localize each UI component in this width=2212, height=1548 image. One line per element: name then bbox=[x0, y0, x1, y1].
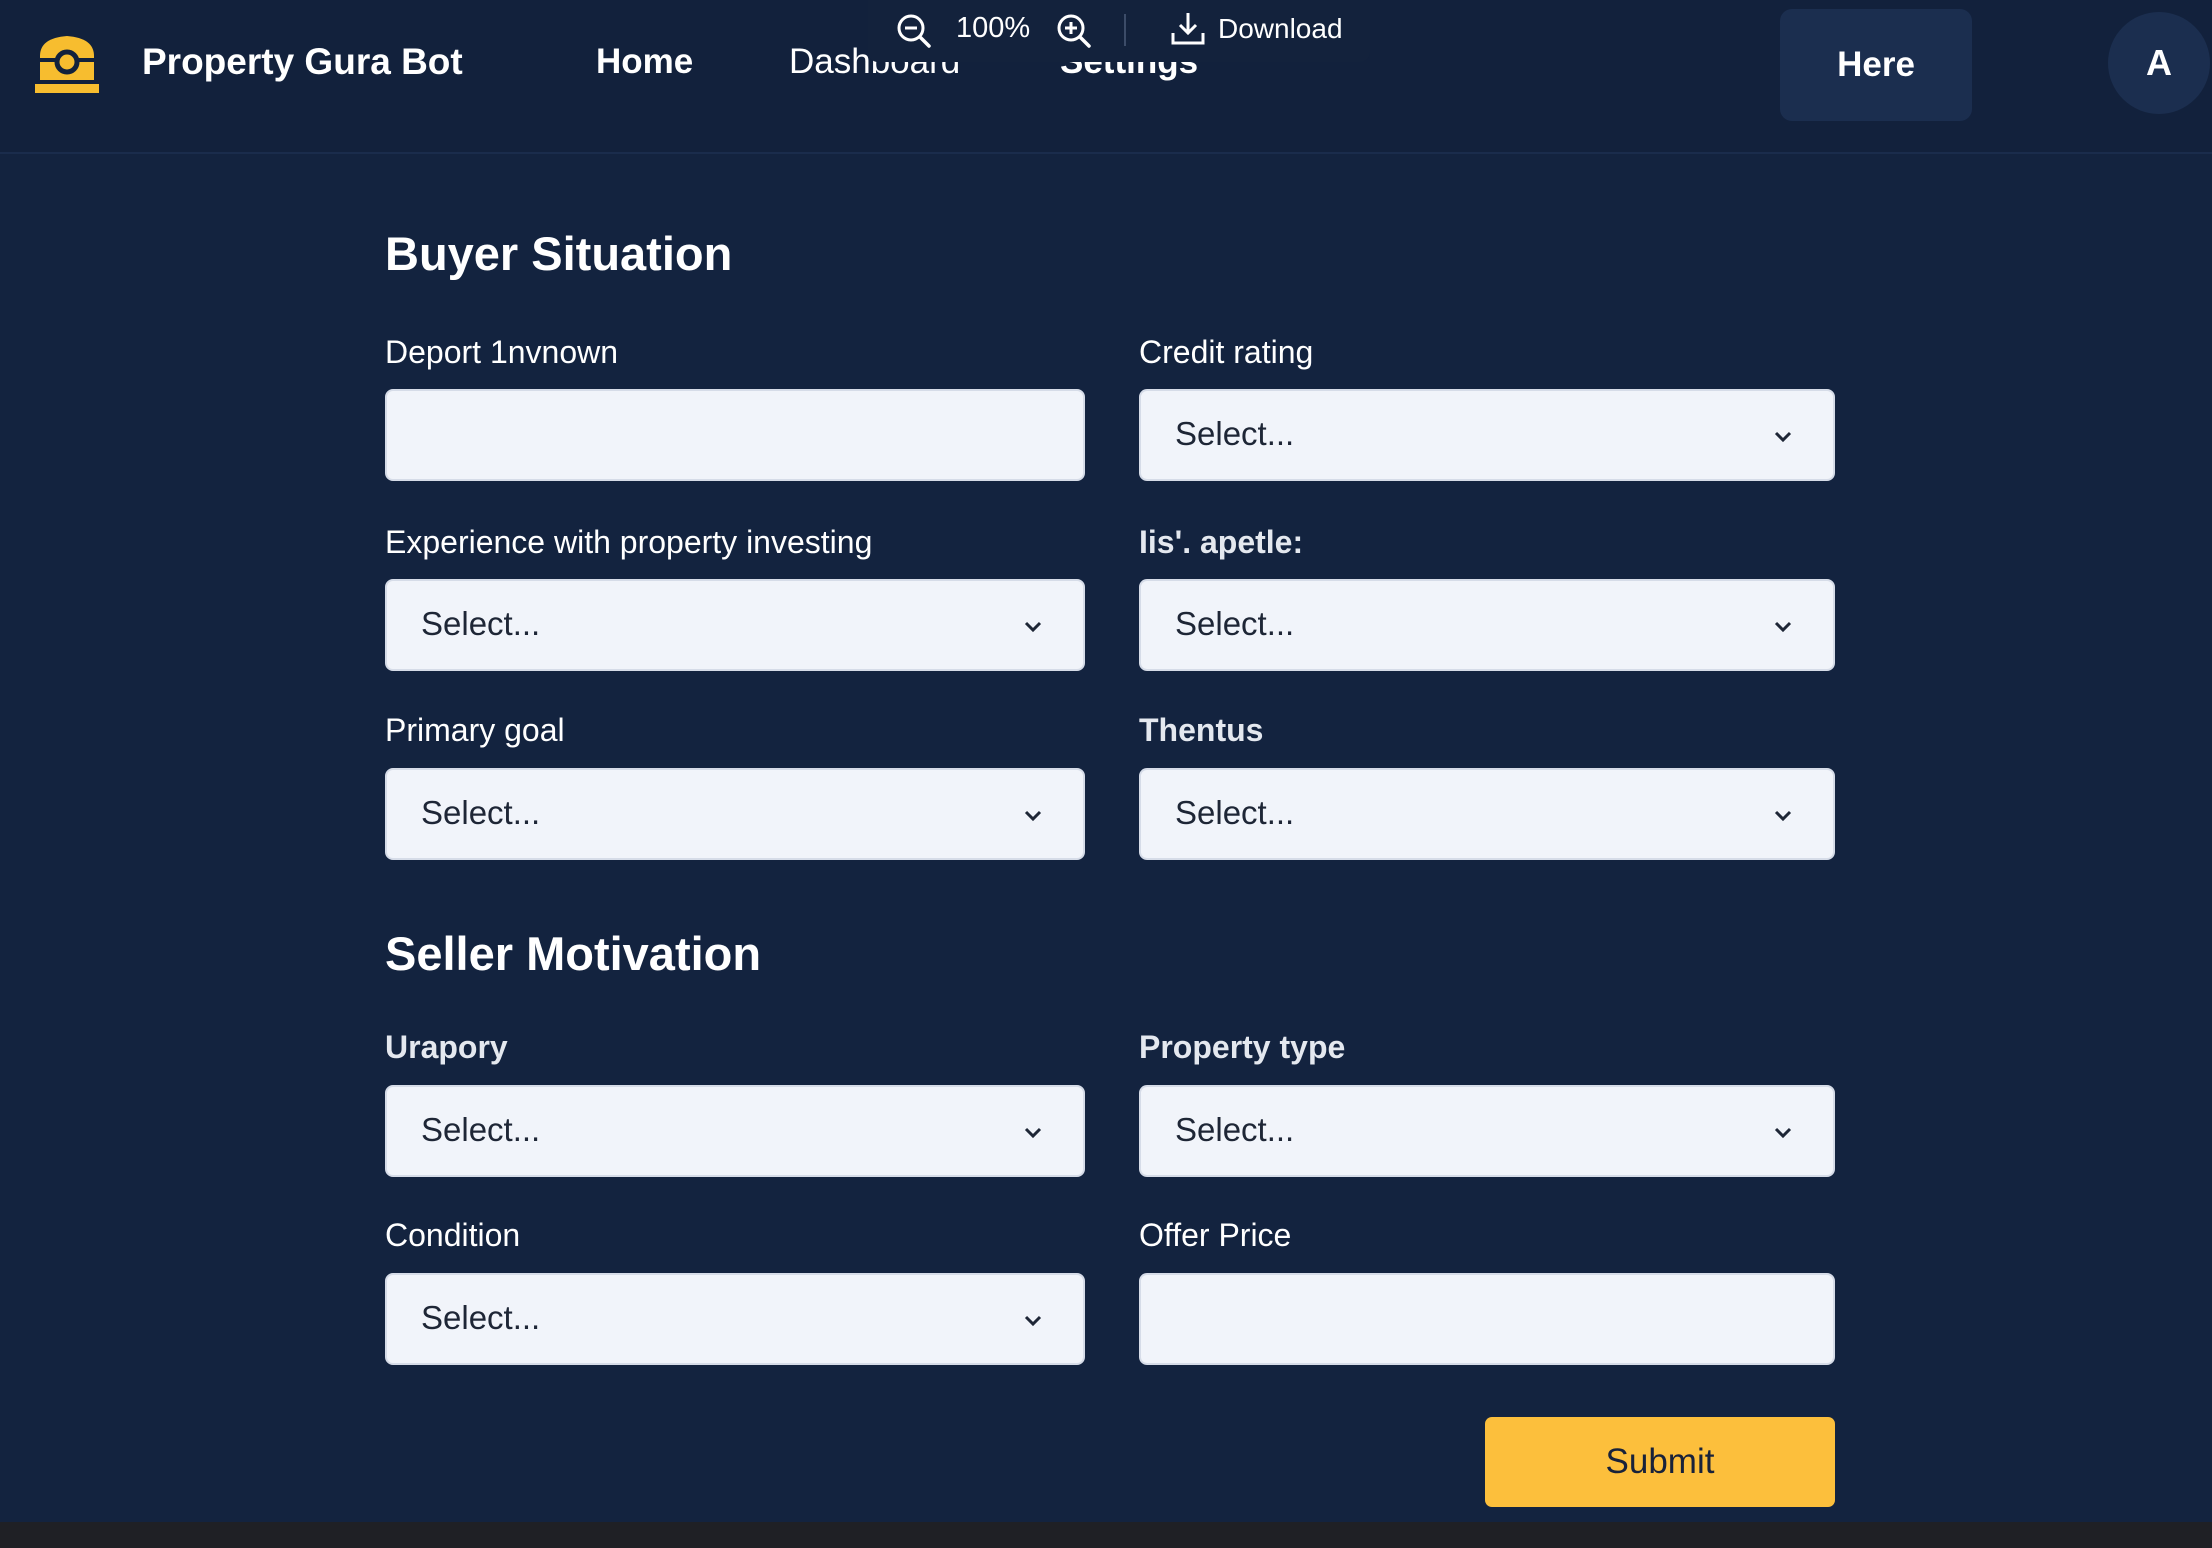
chevron-down-icon bbox=[1774, 621, 1792, 633]
credit-rating-label: Credit rating bbox=[1139, 334, 1314, 370]
offer-price-input[interactable] bbox=[1139, 1273, 1835, 1365]
page: Property Gura Bot Home Dashboard Setting… bbox=[0, 0, 2212, 1548]
property-type-select[interactable]: Select... bbox=[1139, 1085, 1835, 1177]
condition-value: Select... bbox=[421, 1299, 541, 1336]
urgency-value: Select... bbox=[421, 1111, 541, 1148]
timeframe-select[interactable]: Select... bbox=[1139, 768, 1835, 860]
avatar[interactable]: A bbox=[2108, 12, 2210, 114]
condition-label: Condition bbox=[385, 1217, 521, 1253]
chevron-down-icon bbox=[1774, 810, 1792, 822]
brand[interactable]: Property Gura Bot bbox=[34, 30, 463, 94]
submit-button[interactable]: Submit bbox=[1485, 1417, 1835, 1507]
deport-label: Deport 1nvnown bbox=[385, 334, 619, 370]
timeframe-label: Thentus bbox=[1139, 712, 1264, 748]
here-button[interactable]: Here bbox=[1780, 9, 1972, 121]
bottom-strip bbox=[0, 1522, 2212, 1548]
zoom-level: 100% bbox=[956, 12, 1031, 44]
primary-goal-label: Primary goal bbox=[385, 712, 565, 748]
experience-label: Experience with property investing bbox=[385, 524, 873, 560]
chevron-down-icon bbox=[1024, 1315, 1042, 1327]
chevron-down-icon bbox=[1024, 810, 1042, 822]
chevron-down-icon bbox=[1024, 1127, 1042, 1139]
nav-home[interactable]: Home bbox=[596, 42, 693, 82]
urgency-label: Urapory bbox=[385, 1029, 508, 1065]
download-button[interactable]: Download bbox=[1218, 13, 1343, 45]
chevron-down-icon bbox=[1024, 621, 1042, 633]
risk-appetite-label: Iis'. apetle: bbox=[1139, 524, 1304, 560]
house-logo-icon bbox=[35, 36, 99, 93]
zoom-out-icon[interactable] bbox=[894, 11, 934, 51]
seller-motivation-heading: Seller Motivation bbox=[385, 927, 762, 980]
toolbar-divider bbox=[1124, 14, 1126, 46]
download-icon[interactable] bbox=[1168, 9, 1208, 49]
chevron-down-icon bbox=[1774, 431, 1792, 443]
chevron-down-icon bbox=[1774, 1127, 1792, 1139]
zoom-toolbar: 100% Download bbox=[868, 0, 1370, 62]
primary-goal-select[interactable]: Select... bbox=[385, 768, 1085, 860]
experience-value: Select... bbox=[421, 605, 541, 642]
deport-input[interactable] bbox=[385, 389, 1085, 481]
offer-price-text-field[interactable] bbox=[1141, 1275, 1833, 1363]
condition-select[interactable]: Select... bbox=[385, 1273, 1085, 1365]
risk-appetite-select[interactable]: Select... bbox=[1139, 579, 1835, 671]
offer-price-label: Offer Price bbox=[1139, 1217, 1292, 1253]
property-type-label: Property type bbox=[1139, 1029, 1346, 1065]
zoom-in-icon[interactable] bbox=[1054, 11, 1094, 51]
risk-appetite-value: Select... bbox=[1175, 605, 1295, 642]
experience-select[interactable]: Select... bbox=[385, 579, 1085, 671]
timeframe-value: Select... bbox=[1175, 794, 1295, 831]
primary-goal-value: Select... bbox=[421, 794, 541, 831]
brand-name: Property Gura Bot bbox=[142, 41, 463, 82]
deport-text-field[interactable] bbox=[387, 391, 1083, 479]
buyer-situation-heading: Buyer Situation bbox=[385, 227, 733, 280]
property-type-value: Select... bbox=[1175, 1111, 1295, 1148]
credit-rating-value: Select... bbox=[1175, 415, 1295, 452]
credit-rating-select[interactable]: Select... bbox=[1139, 389, 1835, 481]
urgency-select[interactable]: Select... bbox=[385, 1085, 1085, 1177]
